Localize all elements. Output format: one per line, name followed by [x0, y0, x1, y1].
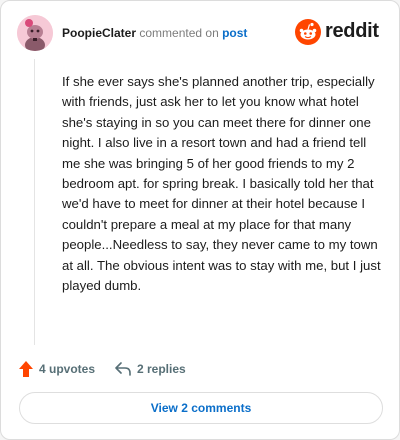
reddit-logo[interactable]: reddit — [295, 19, 385, 45]
upvote-arrow-icon — [19, 361, 33, 377]
avatar[interactable] — [17, 15, 53, 51]
reply-arrow-icon — [115, 362, 131, 376]
upvotes-count: 4 upvotes — [39, 362, 96, 376]
comment-card: PoopieClater commented on post reddit If… — [0, 0, 400, 440]
upvote-button[interactable]: 4 upvotes — [19, 359, 95, 379]
action-text: commented on — [139, 26, 219, 40]
replies-button[interactable]: 2 replies — [115, 359, 186, 379]
replies-count: 2 replies — [137, 362, 186, 376]
thread-line — [34, 59, 35, 345]
comment-meta: PoopieClater commented on post — [62, 26, 247, 40]
reddit-alien-icon — [295, 19, 321, 45]
avatar-icon — [17, 15, 53, 51]
username[interactable]: PoopieClater — [62, 26, 136, 40]
logo-text: reddit — [325, 20, 379, 42]
post-link[interactable]: post — [222, 26, 247, 40]
view-comments-button[interactable]: View 2 comments — [19, 392, 383, 424]
comment-header: PoopieClater commented on post reddit — [17, 15, 385, 55]
comment-body: If she ever says she's planned another t… — [62, 74, 381, 294]
comment-actions: 4 upvotes 2 replies — [19, 359, 379, 379]
